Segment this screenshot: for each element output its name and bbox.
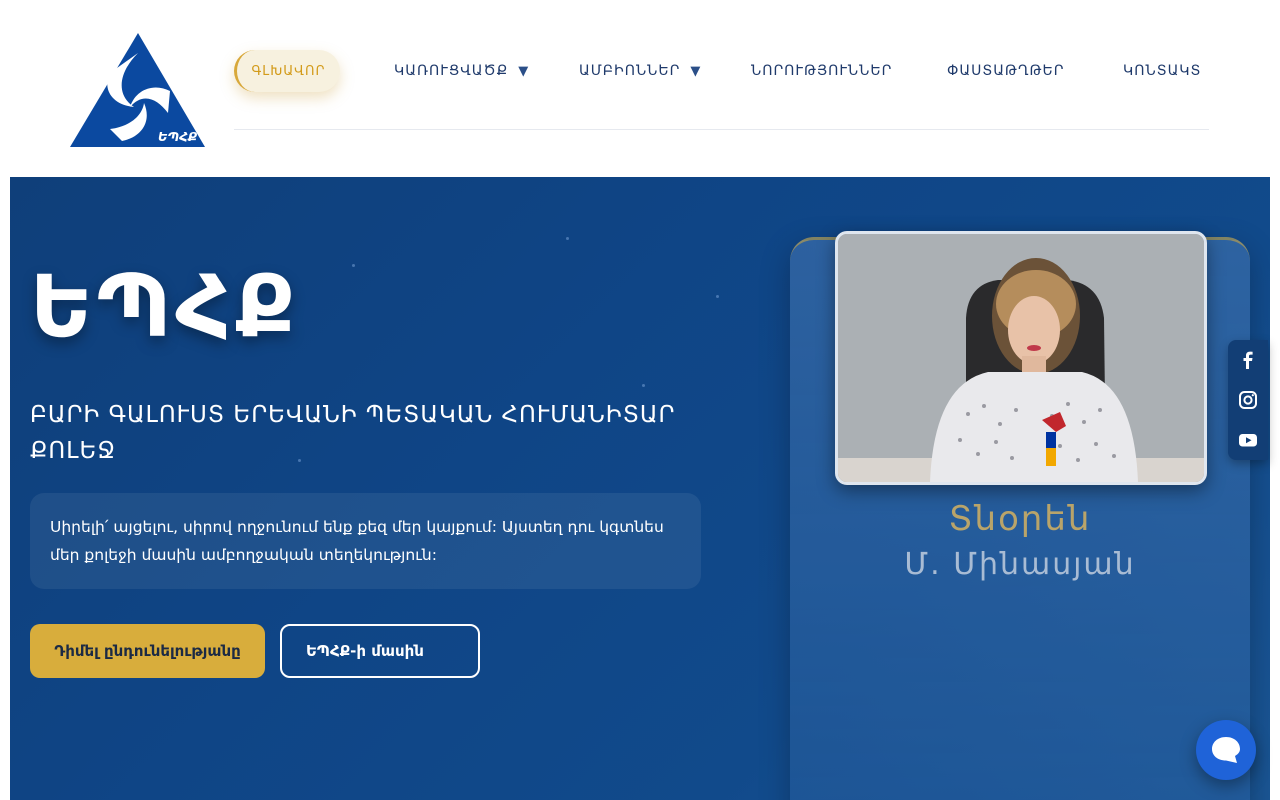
social-links: [1228, 340, 1268, 460]
decor-dot: [352, 264, 355, 267]
chat-button[interactable]: [1196, 720, 1256, 780]
decor-dot: [566, 237, 569, 240]
chevron-down-icon: ▼: [690, 63, 702, 79]
logo-text: ԵՊՀՔ: [158, 130, 198, 144]
nav-item-contact[interactable]: ԿՈՆՏԱԿՏ: [1123, 50, 1201, 92]
nav-item-label: ԿՈՆՏԱԿՏ: [1123, 63, 1202, 79]
triangle-spiral-logo: ԵՊՀՔ: [70, 33, 205, 147]
nav-divider: [234, 129, 1209, 130]
director-name: Մ. Մինասյան: [904, 547, 1136, 582]
director-photo: [835, 231, 1207, 485]
nav-item-home[interactable]: ԳԼԽԱՎՈՐ: [234, 50, 340, 92]
apply-button[interactable]: Դիմել ընդունելությանը: [30, 624, 265, 678]
instagram-icon[interactable]: [1238, 390, 1258, 410]
nav-item-documents[interactable]: ՓԱՍՏԱԹՂԹԵՐ: [947, 50, 1065, 92]
director-role: Տնօրեն: [948, 499, 1092, 539]
nav-item-label: ԳԼԽԱՎՈՐ: [251, 63, 326, 79]
nav-item-label: ԿԱՌՈՒՑՎԱԾՔ: [394, 63, 509, 79]
youtube-icon[interactable]: [1238, 430, 1258, 450]
nav-item-structure[interactable]: ԿԱՌՈՒՑՎԱԾՔ ▼: [394, 50, 529, 92]
nav-item-label: ԱՄԲԻՈՆՆԵՐ: [579, 63, 681, 79]
chevron-down-icon: ▼: [518, 63, 530, 79]
decor-dot: [642, 384, 645, 387]
about-button[interactable]: ԵՊՀՔ-ի մասին: [280, 624, 480, 678]
college-logo[interactable]: ԵՊՀՔ: [70, 33, 206, 148]
main-nav: ԳԼԽԱՎՈՐ ԿԱՌՈՒՑՎԱԾՔ ▼ ԱՄԲԻՈՆՆԵՐ ▼ ՆՈՐՈՒԹՅ…: [234, 50, 1209, 92]
nav-item-label: ՓԱՍՏԱԹՂԹԵՐ: [947, 63, 1065, 79]
welcome-text: Սիրելի՛ այցելու, սիրով ողջունում ենք քեզ…: [30, 493, 701, 589]
site-header: ԵՊՀՔ ԳԼԽԱՎՈՐ ԿԱՌՈՒՑՎԱԾՔ ▼ ԱՄԲԻՈՆՆԵՐ ▼ ՆՈ…: [0, 0, 1280, 177]
nav-item-chairs[interactable]: ԱՄԲԻՈՆՆԵՐ ▼: [579, 50, 701, 92]
facebook-icon[interactable]: [1238, 350, 1258, 370]
nav-item-label: ՆՈՐՈՒԹՅՈՒՆՆԵՐ: [751, 63, 893, 79]
hero-title: ԵՊՀՔ: [30, 257, 300, 357]
decor-dot: [716, 295, 719, 298]
hero-subtitle: ԲԱՐԻ ԳԱԼՈՒՍՏ ԵՐԵՎԱՆԻ ՊԵՏԱԿԱՆ ՀՈՒՄԱՆԻՏԱՐ …: [30, 402, 676, 464]
hero-section: ԵՊՀՔ ԲԱՐԻ ԳԱԼՈՒՍՏ ԵՐԵՎԱՆԻ ՊԵՏԱԿԱՆ ՀՈՒՄԱՆ…: [10, 177, 1270, 800]
nav-item-news[interactable]: ՆՈՐՈՒԹՅՈՒՆՆԵՐ: [751, 50, 892, 92]
chat-bubble-icon: [1212, 737, 1240, 763]
